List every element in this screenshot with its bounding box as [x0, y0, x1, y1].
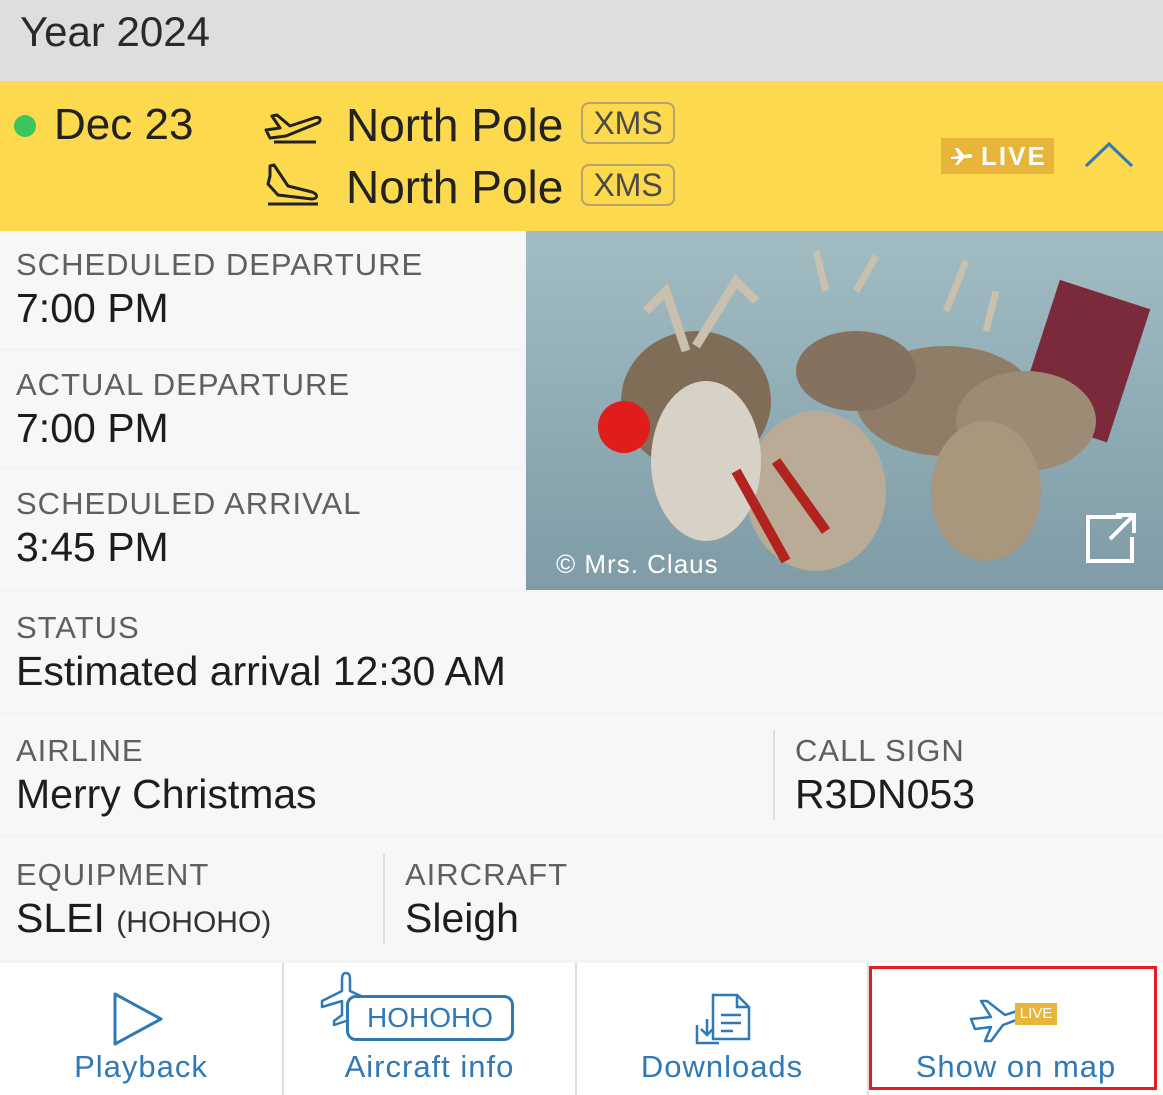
show-on-map-tab[interactable]: LIVE Show on map — [869, 963, 1163, 1095]
actual-departure-label: ACTUAL DEPARTURE — [16, 367, 351, 402]
aircraft-info-label: Aircraft info — [344, 1049, 515, 1084]
flight-date: Dec 23 — [54, 100, 194, 149]
airline-label: AIRLINE — [16, 733, 144, 768]
origin-name: North Pole — [346, 99, 564, 151]
playback-tab[interactable]: Playback — [0, 963, 282, 1095]
aircraft-info-tab[interactable]: HOHOHO Aircraft info — [284, 963, 575, 1095]
equipment-sub: (HOHOHO) — [116, 906, 272, 939]
status-label: STATUS — [16, 610, 140, 645]
downloads-label: Downloads — [640, 1049, 804, 1084]
live-badge-label: LIVE — [981, 141, 1047, 171]
destination-code-badge: XMS — [581, 164, 675, 206]
status-value: Estimated arrival 12:30 AM — [16, 648, 506, 694]
plane-icon — [951, 148, 973, 165]
aircraft-value: Sleigh — [405, 895, 519, 941]
arrival-plane-icon — [262, 162, 324, 208]
live-badge: LIVE — [941, 138, 1054, 174]
downloads-tab[interactable]: Downloads — [577, 963, 867, 1095]
origin-code-badge: XMS — [581, 102, 675, 144]
equipment-value: SLEI (HOHOHO) — [16, 895, 271, 942]
column-divider — [773, 730, 775, 820]
external-link-icon[interactable] — [1082, 507, 1142, 567]
downloads-icon — [693, 989, 753, 1045]
aircraft-photo[interactable]: © Mrs. Claus — [526, 231, 1163, 590]
year-header: Year 2024 — [0, 0, 1163, 81]
equipment-row: EQUIPMENT SLEI (HOHOHO) AIRCRAFT Sleigh — [0, 839, 1163, 960]
status-dot — [14, 115, 36, 137]
show-on-map-label: Show on map — [915, 1049, 1117, 1084]
departure-plane-icon — [262, 100, 324, 146]
year-title: Year 2024 — [20, 8, 210, 55]
airline-value: Merry Christmas — [16, 771, 317, 817]
photo-credit: © Mrs. Claus — [556, 549, 719, 579]
chevron-up-icon — [1084, 141, 1134, 168]
scheduled-arrival-cell: SCHEDULED ARRIVAL 3:45 PM — [0, 470, 524, 588]
call-sign-label: CALL SIGN — [795, 733, 965, 768]
playback-label: Playback — [74, 1049, 208, 1084]
live-mini-badge: LIVE — [1015, 1003, 1057, 1025]
equipment-label: EQUIPMENT — [16, 857, 210, 892]
scheduled-arrival-value: 3:45 PM — [16, 524, 169, 570]
destination-name: North Pole — [346, 161, 564, 213]
scheduled-arrival-label: SCHEDULED ARRIVAL — [16, 486, 362, 521]
actual-departure-value: 7:00 PM — [16, 405, 169, 451]
collapse-button[interactable] — [1080, 136, 1138, 176]
status-cell: STATUS Estimated arrival 12:30 AM — [0, 592, 1163, 712]
airline-row: AIRLINE Merry Christmas CALL SIGN R3DN05… — [0, 715, 1163, 835]
column-divider — [383, 854, 385, 944]
registration-badge: HOHOHO — [346, 995, 514, 1041]
play-icon — [111, 991, 167, 1047]
equipment-code: SLEI — [16, 895, 105, 941]
call-sign-value: R3DN053 — [795, 771, 976, 817]
actual-departure-cell: ACTUAL DEPARTURE 7:00 PM — [0, 351, 524, 467]
scheduled-departure-label: SCHEDULED DEPARTURE — [16, 247, 424, 282]
aircraft-label: AIRCRAFT — [405, 857, 568, 892]
reindeer-sleigh-image — [598, 250, 1151, 571]
scheduled-departure-value: 7:00 PM — [16, 285, 169, 331]
scheduled-departure-cell: SCHEDULED DEPARTURE 7:00 PM — [0, 231, 524, 348]
